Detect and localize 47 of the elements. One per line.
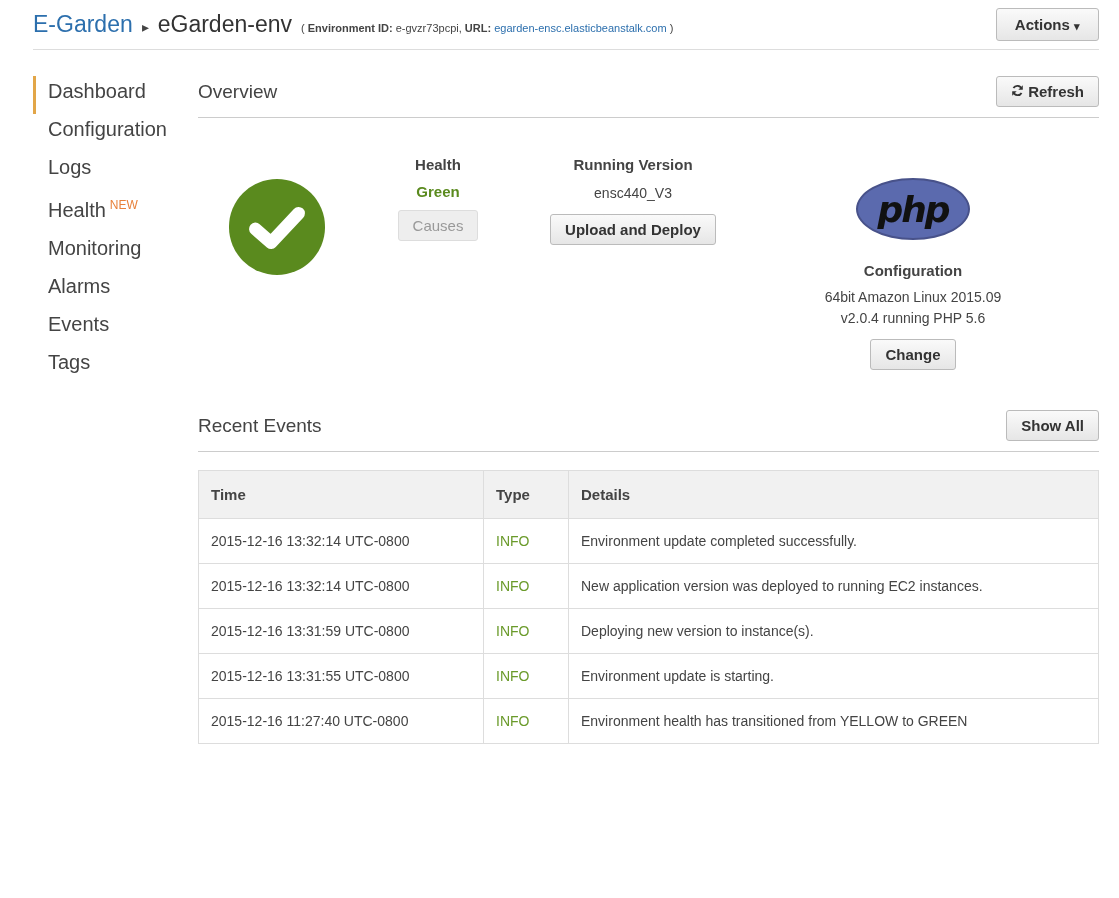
configuration-heading: Configuration <box>863 262 963 279</box>
details-cell: New application version was deployed to running EC2 instances. <box>568 563 1099 609</box>
refresh-icon <box>1010 84 1024 97</box>
time-cell: 2015-12-16 13:31:55 UTC-0800 <box>198 653 484 699</box>
section-title: Recent Events <box>198 414 322 437</box>
column-header: Type <box>483 470 569 519</box>
change-button[interactable]: Change <box>870 339 956 370</box>
section-title: Overview <box>198 80 278 103</box>
details-cell: Environment update is starting. <box>568 653 1099 699</box>
upload-deploy-button[interactable]: Upload and Deploy <box>550 214 716 245</box>
column-header: Details <box>568 470 1099 519</box>
sidebar-item[interactable]: Health $^{NEW}$ <box>33 190 198 233</box>
health-heading: Health <box>415 156 461 173</box>
sidebar-item[interactable]: Dashboard <box>33 76 198 114</box>
time-cell: 2015-12-16 13:32:14 UTC-0800 <box>198 563 484 609</box>
actions-button[interactable]: Actions ▾ <box>995 8 1099 41</box>
application-link[interactable]: E-Garden <box>33 11 133 38</box>
type-cell: INFO <box>483 698 569 744</box>
time-cell: 2015-12-16 11:27:40 UTC-0800 <box>198 698 484 744</box>
health-status: Green <box>416 183 460 200</box>
show-all-button[interactable]: Show All <box>1006 410 1099 441</box>
type-cell: INFO <box>483 653 569 699</box>
sidebar-item[interactable]: Configuration <box>33 114 198 152</box>
version-label: ensc440_V3 <box>594 184 672 203</box>
type-cell: INFO <box>483 608 569 654</box>
breadcrumb-separator: ▸ <box>141 19 149 35</box>
type-cell: INFO <box>483 518 569 564</box>
time-cell: 2015-12-16 13:31:59 UTC-0800 <box>198 608 484 654</box>
column-header: Time <box>198 470 484 519</box>
php-logo: php <box>856 178 970 240</box>
platform-text: 64bit Amazon Linux 2015.09 <box>824 288 1002 307</box>
time-cell: 2015-12-16 13:32:14 UTC-0800 <box>198 518 484 564</box>
running-version-heading: Running Version <box>573 156 693 173</box>
details-cell: Environment health has transitioned from YELLOW to GREEN <box>568 698 1099 744</box>
sidebar-item[interactable]: Tags <box>33 346 198 385</box>
environment-info: ( Environment ID: e-gvzr73pcpi, URL: egarden-ensc.elasticbeanstalk.com ) <box>300 22 674 34</box>
type-cell: INFO <box>483 563 569 609</box>
details-cell: Deploying new version to instance(s). <box>568 608 1099 654</box>
sidebar-item[interactable]: Monitoring <box>33 232 198 271</box>
refresh-button[interactable]: Refresh <box>995 76 1099 107</box>
url-link[interactable]: egarden-ensc.elasticbeanstalk.com <box>494 22 667 34</box>
environment-name: eGarden-env <box>157 11 292 38</box>
sidebar-item[interactable]: Events <box>33 308 198 347</box>
sidebar-item[interactable]: Logs <box>33 152 198 190</box>
platform-text: v2.0.4 running PHP 5.6 <box>839 309 987 328</box>
sidebar-item[interactable]: Alarms <box>33 270 198 309</box>
details-cell: Environment update completed successfully. <box>568 518 1099 564</box>
